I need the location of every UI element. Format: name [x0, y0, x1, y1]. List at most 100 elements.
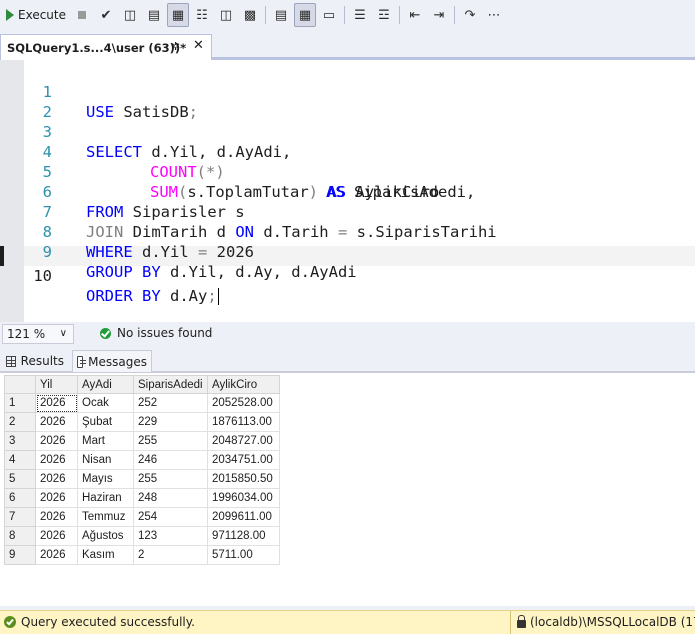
cell-ayadi[interactable]: Nisan — [77, 450, 134, 470]
stop-icon — [78, 11, 86, 19]
cancel-query-button[interactable] — [71, 3, 93, 27]
cell-yil[interactable]: 2026 — [35, 412, 78, 432]
cell-ayadi[interactable]: Ocak — [77, 393, 134, 413]
grid-results-icon: ▦ — [171, 7, 185, 23]
query-editor[interactable]: 1 USE SatisDB; 2 3 SELECT d.Yil, d.AyAdi… — [0, 60, 695, 322]
tab-messages[interactable]: Messages — [72, 350, 152, 372]
sqlcmd-icon: ▭ — [322, 7, 336, 23]
ellipsis-icon: ⋯ — [487, 7, 501, 23]
cell-yil[interactable]: 2026 — [35, 507, 78, 527]
close-icon[interactable]: ✕ — [193, 38, 204, 53]
decrease-indent-button[interactable]: ⇤ — [404, 3, 426, 27]
cell-yil[interactable]: 2026 — [35, 469, 78, 489]
cell-yil[interactable]: 2026 — [35, 450, 78, 470]
cell-aylikciro[interactable]: 1876113.00 — [207, 412, 280, 432]
row-number[interactable]: 6 — [4, 488, 36, 508]
toolbar-separator — [399, 6, 400, 24]
increase-indent-button[interactable]: ⇥ — [428, 3, 450, 27]
parse-button[interactable]: ✔ — [95, 3, 117, 27]
cell-ayadi[interactable]: Haziran — [77, 488, 134, 508]
cell-aylikciro[interactable]: 971128.00 — [207, 526, 280, 546]
tab-results-label: Results — [20, 354, 64, 368]
row-number[interactable]: 9 — [4, 545, 36, 565]
table-row: 6 2026 Haziran 248 1996034.00 — [4, 488, 280, 508]
cell-siparisadedi[interactable]: 248 — [133, 488, 208, 508]
column-header-siparisadedi[interactable]: SiparisAdedi — [133, 375, 208, 394]
row-number[interactable]: 8 — [4, 526, 36, 546]
lock-icon — [517, 615, 526, 628]
row-number[interactable]: 1 — [4, 393, 36, 413]
cell-siparisadedi[interactable]: 255 — [133, 469, 208, 489]
cell-siparisadedi[interactable]: 252 — [133, 393, 208, 413]
results-to-grid-button[interactable]: ▦ — [167, 3, 189, 27]
cell-aylikciro[interactable]: 5711.00 — [207, 545, 280, 565]
cell-siparisadedi[interactable]: 229 — [133, 412, 208, 432]
zoom-dropdown[interactable]: 121 % ∨ — [2, 324, 74, 344]
file-icon: ▤ — [274, 7, 288, 23]
toolbar-separator — [265, 6, 266, 24]
cell-ayadi[interactable]: Mayıs — [77, 469, 134, 489]
cell-ayadi[interactable]: Şubat — [77, 412, 134, 432]
checkmark-icon: ✔ — [100, 7, 112, 23]
code-line: 3 SELECT d.Yil, d.AyAdi, — [24, 102, 695, 161]
cell-aylikciro[interactable]: 2099611.00 — [207, 507, 280, 527]
row-number[interactable]: 3 — [4, 431, 36, 451]
cell-aylikciro[interactable]: 2015850.50 — [207, 469, 280, 489]
cell-yil[interactable]: 2026 — [35, 488, 78, 508]
table-row: 9 2026 Kasım 2 5711.00 — [4, 545, 280, 565]
execute-button[interactable]: Execute — [2, 3, 70, 27]
cell-siparisadedi[interactable]: 255 — [133, 431, 208, 451]
specify-values-button[interactable]: ↷ — [459, 3, 481, 27]
estimated-plan-button[interactable]: ◫ — [119, 3, 141, 27]
editor-gutter — [0, 60, 24, 322]
cell-yil[interactable]: 2026 — [35, 431, 78, 451]
tab-results[interactable]: Results — [2, 350, 68, 372]
cell-ayadi[interactable]: Ağustos — [77, 526, 134, 546]
row-number-header[interactable] — [4, 375, 36, 394]
code-line: 7 JOIN DimTarih d ON d.Tarih = s.Siparis… — [24, 182, 695, 241]
sqlcmd-mode-button[interactable]: ▭ — [318, 3, 340, 27]
more-options-button[interactable]: ⋯ — [483, 3, 505, 27]
chevron-down-icon: ∨ — [59, 328, 67, 339]
row-number[interactable]: 7 — [4, 507, 36, 527]
cell-siparisadedi[interactable]: 246 — [133, 450, 208, 470]
query-status-bar: Query executed successfully. (localdb)\M… — [0, 610, 695, 635]
code-line-current: 10 ORDER BY d.Ay; — [24, 246, 695, 305]
uncomment-button[interactable]: ☲ — [373, 3, 395, 27]
table-row: 8 2026 Ağustos 123 971128.00 — [4, 526, 280, 546]
column-header-aylikciro[interactable]: AylikCiro — [207, 375, 280, 394]
cell-yil[interactable]: 2026 — [35, 526, 78, 546]
issues-indicator[interactable]: No issues found — [100, 326, 212, 340]
cell-aylikciro[interactable]: 2034751.00 — [207, 450, 280, 470]
cell-siparisadedi[interactable]: 123 — [133, 526, 208, 546]
cell-siparisadedi[interactable]: 254 — [133, 507, 208, 527]
cell-ayadi[interactable]: Mart — [77, 431, 134, 451]
row-number[interactable]: 2 — [4, 412, 36, 432]
issues-label: No issues found — [117, 326, 213, 340]
column-header-yil[interactable]: Yil — [35, 375, 78, 394]
tab-sqlquery1[interactable]: SQLQuery1.s...4\user (63))* ✲ ✕ — [0, 34, 212, 60]
cell-yil[interactable]: 2026 — [35, 545, 78, 565]
grid-view-button[interactable]: ▦ — [294, 3, 316, 27]
query-options-button[interactable]: ☷ — [191, 3, 213, 27]
outdent-icon: ⇤ — [409, 7, 421, 23]
results-to-text-button[interactable]: ▤ — [143, 3, 165, 27]
cell-aylikciro[interactable]: 1996034.00 — [207, 488, 280, 508]
execute-label: Execute — [18, 8, 66, 22]
row-number[interactable]: 4 — [4, 450, 36, 470]
comment-button[interactable]: ☰ — [349, 3, 371, 27]
row-number[interactable]: 5 — [4, 469, 36, 489]
column-header-ayadi[interactable]: AyAdi — [77, 375, 134, 394]
include-plan-button[interactable]: ◫ — [215, 3, 237, 27]
results-to-file-button[interactable]: ▤ — [270, 3, 292, 27]
cell-ayadi[interactable]: Temmuz — [77, 507, 134, 527]
cell-aylikciro[interactable]: 2052528.00 — [207, 393, 280, 413]
cell-aylikciro[interactable]: 2048727.00 — [207, 431, 280, 451]
cell-yil[interactable]: 2026 — [35, 393, 78, 413]
pin-icon[interactable]: ✲ — [171, 40, 180, 53]
results-grid[interactable]: Yil AyAdi SiparisAdedi AylikCiro 1 2026 … — [4, 375, 280, 565]
client-stats-button[interactable]: ▩ — [239, 3, 261, 27]
cell-ayadi[interactable]: Kasım — [77, 545, 134, 565]
cell-siparisadedi[interactable]: 2 — [133, 545, 208, 565]
ssms-window: Execute ✔ ◫ ▤ ▦ ☷ ◫ ▩ ▤ ▦ ▭ ☰ ☲ ⇤ ⇥ ↷ ⋯ … — [0, 0, 695, 640]
